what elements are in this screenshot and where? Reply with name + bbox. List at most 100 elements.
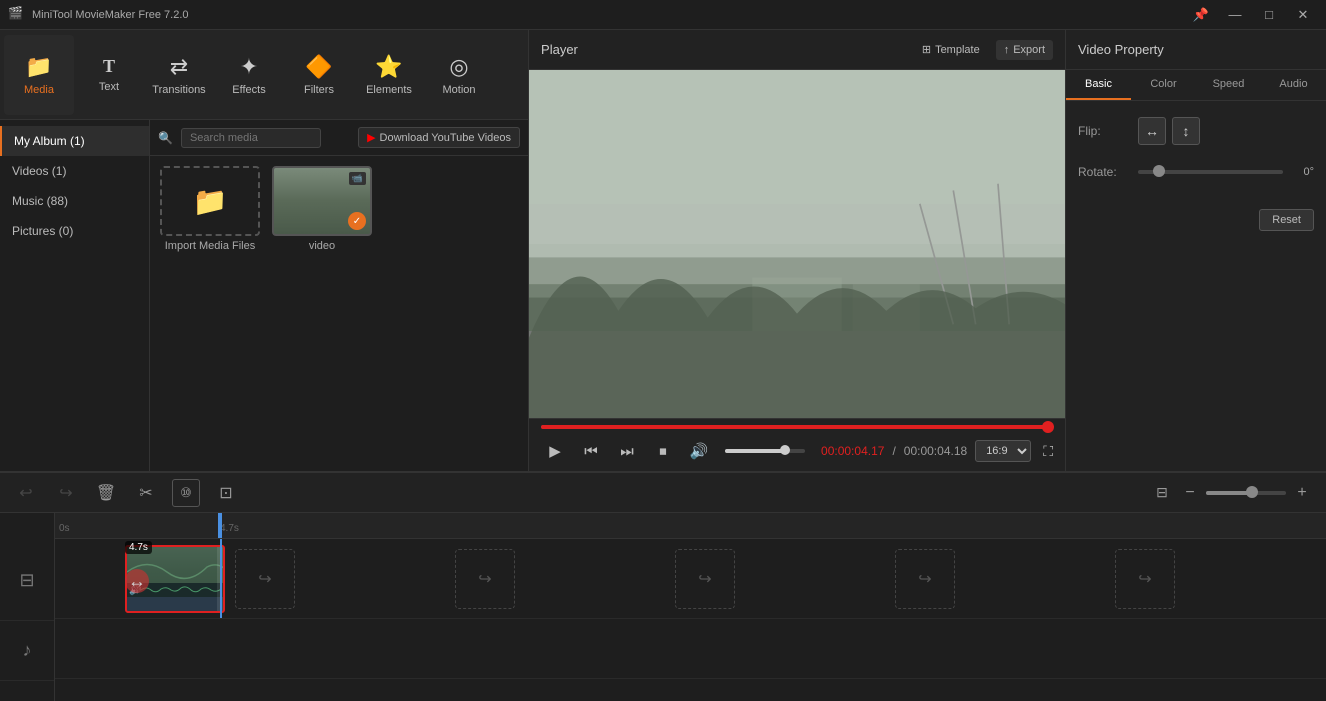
sidebar-item-music[interactable]: Music (88) [0,186,149,216]
prop-header: Video Property [1066,30,1326,70]
export-button[interactable]: ↑ Export [996,40,1053,60]
sidebar: My Album (1) Videos (1) Music (88) Pictu… [0,120,150,471]
template-icon: ⊞ [922,43,931,56]
close-button[interactable]: ✕ [1288,5,1318,25]
ruler-mark-47s: 4.7s [220,523,239,534]
elements-icon: ⭐ [375,54,402,80]
flip-vertical-icon: ↕ [1183,123,1190,139]
flip-horizontal-button[interactable]: ↔ [1138,117,1166,145]
audio-track-row [55,619,1326,679]
folder-icon: 📁 [193,185,228,218]
waveform-svg [141,584,221,596]
progress-thumb [1042,421,1054,433]
toolbar-item-text[interactable]: T Text [74,35,144,115]
prev-button[interactable]: ⏮ [577,437,605,465]
toolbar-filters-label: Filters [304,84,334,96]
flip-vertical-button[interactable]: ↕ [1172,117,1200,145]
center-right: Player ⊞ Template ↑ Export [529,30,1326,471]
audio-detach-button[interactable]: ⑩ [172,479,200,507]
player-actions: ⊞ Template ↑ Export [914,39,1053,60]
timeline-toolbar: ↩ ↪ 🗑 ✂ ⑩ ⊡ ⊟ − + [0,473,1326,513]
cut-button[interactable]: ✂ [132,479,160,507]
search-icon: 🔍 [158,131,173,145]
media-icon: 📁 [25,54,52,80]
zoom-slider[interactable] [1206,491,1286,495]
volume-button[interactable]: 🔊 [685,437,713,465]
prop-tab-audio[interactable]: Audio [1261,70,1326,100]
import-thumb-box: 📁 [160,166,260,236]
toolbar-motion-label: Motion [442,84,475,96]
toolbar-elements-label: Elements [366,84,412,96]
yt-download-button[interactable]: ▶ Download YouTube Videos [358,127,520,148]
rotate-row: Rotate: 0° [1078,165,1314,179]
video-media-item[interactable]: 📹 ✓ video [272,166,372,252]
prop-tab-basic[interactable]: Basic [1066,70,1131,100]
video-label: video [309,240,335,252]
yt-icon: ▶ [367,131,375,144]
zoom-out-button[interactable]: − [1178,481,1202,505]
toolbar-item-elements[interactable]: ⭐ Elements [354,35,424,115]
toolbar-item-media[interactable]: 📁 Media [4,35,74,115]
toolbar-item-motion[interactable]: ◎ Motion [424,35,494,115]
toolbar-item-transitions[interactable]: ⇄ Transitions [144,35,214,115]
maximize-button[interactable]: □ [1254,5,1284,25]
main-layout: 📁 Media T Text ⇄ Transitions ✦ Effects 🔶… [0,30,1326,471]
reset-button[interactable]: Reset [1259,209,1314,231]
clip-resize-handle[interactable] [217,547,223,611]
video-thumb-box: 📹 ✓ [272,166,372,236]
player-title: Player [541,42,914,57]
ruler-mark-0s: 0s [59,523,70,534]
clip-move-icon: ↔ [125,569,149,593]
minimize-button[interactable]: — [1220,5,1250,25]
template-button[interactable]: ⊞ Template [914,39,988,60]
media-content: 🔍 ▶ Download YouTube Videos 📁 Import Med [150,120,528,471]
undo-button[interactable]: ↩ [12,479,40,507]
fog-overlay [529,70,1065,418]
aspect-ratio-select[interactable]: 16:9 9:16 4:3 1:1 21:9 [975,440,1031,462]
trans-slot-4[interactable]: ↪ [895,549,955,609]
media-items: 📁 Import Media Files 📹 ✓ video [150,156,528,262]
transitions-icon: ⇄ [170,54,188,80]
trans-slot-2[interactable]: ↪ [455,549,515,609]
trans-slot-1[interactable]: ↪ [235,549,295,609]
video-track-row: 🔊 4.7s ↔ ↪ ↪ [55,539,1326,619]
controls-row: ▶ ⏮ ⏭ ⏹ 🔊 00:00:04.17 / 00:00:04.18 16:9… [541,437,1053,465]
video-track-label: ⊟ [0,541,54,621]
import-label: Import Media Files [165,240,255,252]
zoom-in-button[interactable]: + [1290,481,1314,505]
rotate-thumb [1153,165,1165,177]
rotate-slider[interactable] [1138,170,1283,174]
progress-bar[interactable] [541,425,1053,429]
toolbar-item-filters[interactable]: 🔶 Filters [284,35,354,115]
video-camera-badge: 📹 [349,172,366,185]
sidebar-item-videos[interactable]: Videos (1) [0,156,149,186]
prop-tab-speed[interactable]: Speed [1196,70,1261,100]
crop-button[interactable]: ⊡ [212,479,240,507]
play-button[interactable]: ▶ [541,437,569,465]
audio-track-label: ♪ [0,621,54,681]
volume-slider[interactable] [725,449,805,453]
delete-button[interactable]: 🗑 [92,479,120,507]
sidebar-item-pictures[interactable]: Pictures (0) [0,216,149,246]
prop-tab-color[interactable]: Color [1131,70,1196,100]
split-view-button[interactable]: ⊟ [1150,481,1174,505]
redo-button[interactable]: ↪ [52,479,80,507]
trans-slot-5[interactable]: ↪ [1115,549,1175,609]
zoom-thumb [1246,486,1258,498]
trans-slot-3[interactable]: ↪ [675,549,735,609]
import-media-item[interactable]: 📁 Import Media Files [160,166,260,252]
timeline-content: 0s 4.7s [55,513,1326,701]
toolbar-transitions-label: Transitions [152,84,205,96]
search-input[interactable] [181,128,321,148]
pin-button[interactable]: 📌 [1186,5,1216,25]
export-label: Export [1013,44,1045,56]
sidebar-item-my-album[interactable]: My Album (1) [0,126,149,156]
toolbar-media-label: Media [24,84,54,96]
timeline-panel: ↩ ↪ 🗑 ✂ ⑩ ⊡ ⊟ − + ⊟ ♪ [0,471,1326,701]
fullscreen-button[interactable]: ⛶ [1043,443,1053,460]
toolbar-item-effects[interactable]: ✦ Effects [214,35,284,115]
stop-button[interactable]: ⏹ [649,437,677,465]
text-icon: T [103,56,115,77]
flip-row: Flip: ↔ ↕ [1078,117,1314,145]
next-button[interactable]: ⏭ [613,437,641,465]
